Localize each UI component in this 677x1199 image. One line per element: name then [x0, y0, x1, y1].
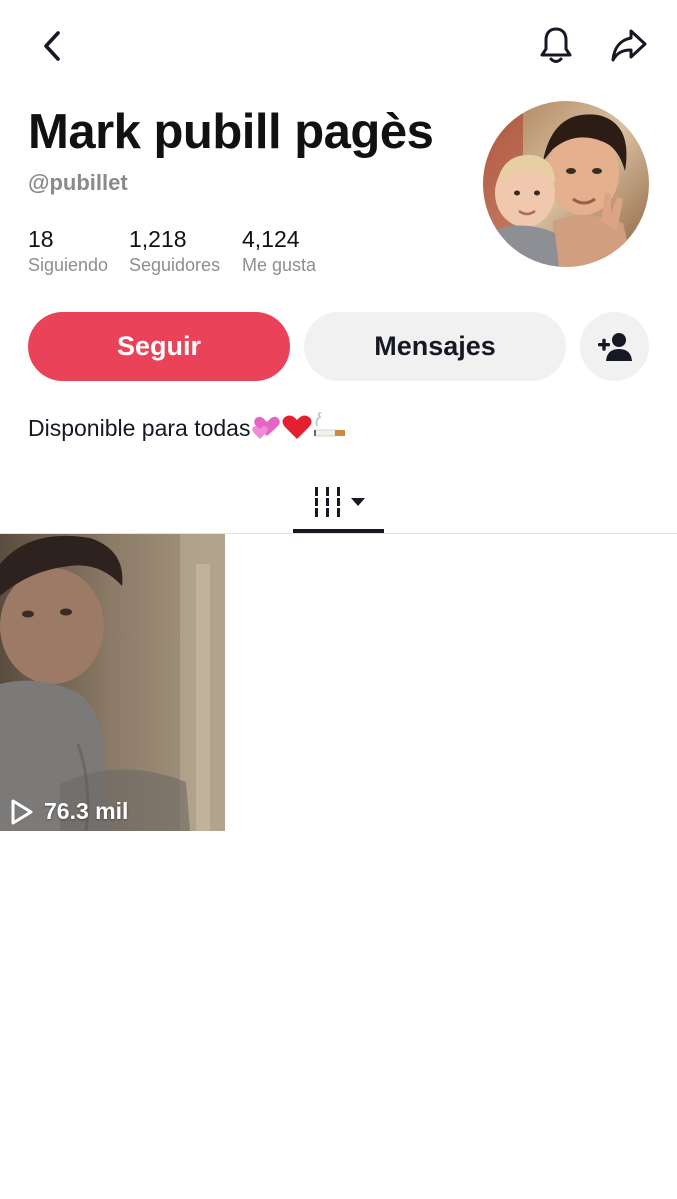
profile-bio: Disponible para todas [28, 411, 347, 446]
back-button[interactable] [30, 24, 74, 68]
following-count: 18 [28, 226, 54, 252]
add-user-icon [597, 332, 632, 361]
bio-text: Disponible para todas [28, 415, 251, 441]
bell-icon [540, 27, 572, 63]
stat-likes[interactable]: 4,124 Me gusta [242, 226, 316, 276]
play-icon [11, 799, 33, 824]
add-friend-button[interactable] [580, 312, 649, 381]
profile-screen: Mark pubill pagès @pubillet 18 Siguiendo… [0, 0, 677, 1199]
stat-followers[interactable]: 1,218 Seguidores [129, 226, 220, 276]
video-views: 76.3 mil [10, 798, 128, 825]
followers-label: Seguidores [129, 255, 221, 275]
cigarette-emoji [313, 411, 347, 446]
share-button[interactable] [606, 22, 652, 68]
stat-following[interactable]: 18 Siguiendo [28, 226, 108, 276]
follow-button[interactable]: Seguir [28, 312, 290, 381]
avatar-photo [483, 101, 649, 267]
profile-avatar[interactable] [483, 101, 649, 267]
notifications-button[interactable] [534, 22, 578, 68]
share-arrow-icon [611, 29, 647, 62]
video-thumbnail-image [0, 534, 225, 831]
message-button[interactable]: Mensajes [304, 312, 566, 381]
hearts-emoji [251, 414, 281, 446]
profile-username: @pubillet [28, 170, 128, 195]
likes-label: Me gusta [242, 255, 317, 275]
tab-videos-grid[interactable] [293, 472, 384, 532]
video-view-count: 76.3 mil [44, 798, 129, 824]
likes-count: 4,124 [242, 226, 300, 252]
profile-display-name: Mark pubill pagès [28, 105, 434, 159]
red-heart-emoji [282, 414, 312, 446]
following-label: Siguiendo [28, 255, 109, 275]
followers-count: 1,218 [129, 226, 187, 252]
chevron-down-icon [350, 498, 365, 506]
video-thumbnail[interactable]: 76.3 mil [0, 534, 225, 831]
video-grid-icon [314, 487, 340, 517]
chevron-left-icon [44, 31, 60, 61]
